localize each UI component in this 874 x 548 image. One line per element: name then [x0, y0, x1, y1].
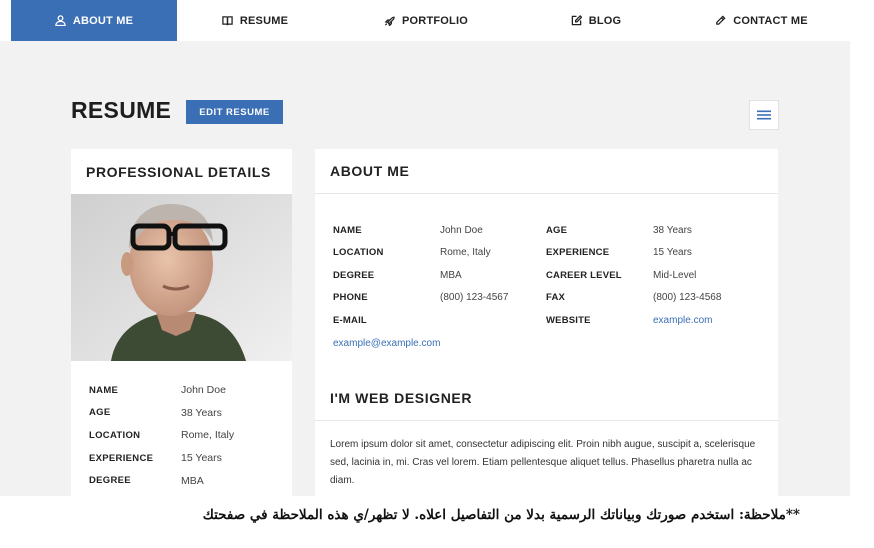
detail-value: 15 Years	[181, 452, 222, 465]
detail-row: LOCATION Rome, Italy	[89, 424, 292, 447]
edit-resume-button[interactable]: EDIT RESUME	[186, 100, 283, 124]
detail-key: LOCATION	[89, 429, 141, 441]
info-row: E-MAIL	[333, 313, 367, 327]
nav-contact-me-label: CONTACT ME	[733, 14, 808, 27]
top-nav: ABOUT ME RESUME PORTFOLIO BLOG CONTACT M…	[11, 0, 850, 41]
professional-details-card: PROFESSIONAL DETAILS NAME John Doe AGE 3…	[71, 149, 292, 496]
detail-value: MBA	[181, 474, 204, 487]
edit-icon	[571, 15, 582, 26]
detail-key: AGE	[89, 407, 111, 419]
info-value: MBA	[440, 269, 462, 281]
website-link[interactable]: example.com	[653, 315, 712, 326]
detail-value: John Doe	[181, 384, 226, 397]
info-row: FAX (800) 123-4568	[546, 291, 721, 305]
info-value: John Doe	[440, 224, 483, 236]
nav-blog[interactable]: BLOG	[519, 0, 673, 41]
info-row: AGE 38 Years	[546, 223, 692, 237]
info-key: FAX	[546, 292, 566, 304]
page-title: RESUME	[71, 97, 172, 123]
info-value: (800) 123-4568	[653, 292, 722, 304]
info-value: Rome, Italy	[440, 247, 491, 259]
about-me-card: ABOUT ME NAME John Doe LOCATION Rome, It…	[315, 149, 778, 496]
nav-resume[interactable]: RESUME	[177, 0, 333, 41]
info-key: NAME	[333, 224, 362, 236]
detail-key: EXPERIENCE	[89, 452, 154, 464]
nav-resume-label: RESUME	[239, 14, 289, 27]
nav-about-me[interactable]: ABOUT ME	[11, 0, 177, 41]
nav-about-me-label: ABOUT ME	[72, 14, 134, 27]
detail-row: NAME John Doe	[89, 379, 292, 402]
info-key: WEBSITE	[546, 314, 591, 326]
page-content: RESUME EDIT RESUME PROFESSIONAL DETAILS	[0, 41, 850, 496]
info-row: DEGREE MBA	[333, 268, 462, 282]
info-value: (800) 123-4567	[440, 292, 509, 304]
info-row: PHONE (800) 123-4567	[333, 291, 508, 305]
note-text: **ملاحظة: استخدم صورتك وبياناتك الرسمية …	[202, 507, 800, 523]
info-key: AGE	[546, 224, 568, 236]
web-designer-heading: I'M WEB DESIGNER	[315, 376, 778, 421]
user-icon	[55, 15, 66, 26]
email-link[interactable]: example@example.com	[333, 338, 440, 349]
info-key: EXPERIENCE	[546, 247, 610, 259]
info-row: NAME John Doe	[333, 223, 483, 237]
detail-row: DEGREE MBA	[89, 469, 292, 492]
info-key: CAREER LEVEL	[546, 269, 622, 281]
info-row: CAREER LEVEL Mid-Level	[546, 268, 696, 282]
info-row: EXPERIENCE 15 Years	[546, 246, 692, 260]
professional-details-list: NAME John Doe AGE 38 Years LOCATION Rome…	[71, 361, 292, 492]
detail-value: Rome, Italy	[181, 429, 235, 442]
info-value: Mid-Level	[653, 269, 697, 281]
detail-row: AGE 38 Years	[89, 402, 292, 425]
email-row: example@example.com	[333, 336, 440, 350]
profile-photo	[71, 194, 292, 361]
info-key: E-MAIL	[333, 314, 367, 326]
rocket-icon	[384, 16, 395, 26]
nav-portfolio[interactable]: PORTFOLIO	[333, 0, 519, 41]
pencil-icon	[716, 15, 726, 25]
professional-details-heading: PROFESSIONAL DETAILS	[86, 163, 271, 180]
nav-blog-label: BLOG	[588, 14, 622, 27]
web-designer-text: Lorem ipsum dolor sit amet, consectetur …	[330, 439, 756, 486]
info-value: 38 Years	[653, 224, 692, 236]
detail-row: EXPERIENCE 15 Years	[89, 447, 292, 470]
info-key: DEGREE	[333, 269, 375, 281]
book-icon	[222, 16, 233, 26]
detail-value: 38 Years	[181, 406, 222, 419]
detail-key: DEGREE	[89, 475, 131, 487]
about-me-heading: ABOUT ME	[315, 149, 778, 194]
nav-portfolio-label: PORTFOLIO	[402, 14, 468, 27]
note-bar: **ملاحظة: استخدم صورتك وبياناتك الرسمية …	[0, 496, 874, 548]
hamburger-icon	[757, 110, 771, 120]
info-row: WEBSITE example.com	[546, 313, 712, 327]
info-value: 15 Years	[653, 247, 692, 259]
detail-key: NAME	[89, 384, 119, 396]
info-row: LOCATION Rome, Italy	[333, 246, 491, 260]
info-key: PHONE	[333, 292, 368, 304]
nav-contact-me[interactable]: CONTACT ME	[673, 0, 850, 41]
info-key: LOCATION	[333, 247, 384, 259]
menu-button[interactable]	[749, 100, 779, 130]
